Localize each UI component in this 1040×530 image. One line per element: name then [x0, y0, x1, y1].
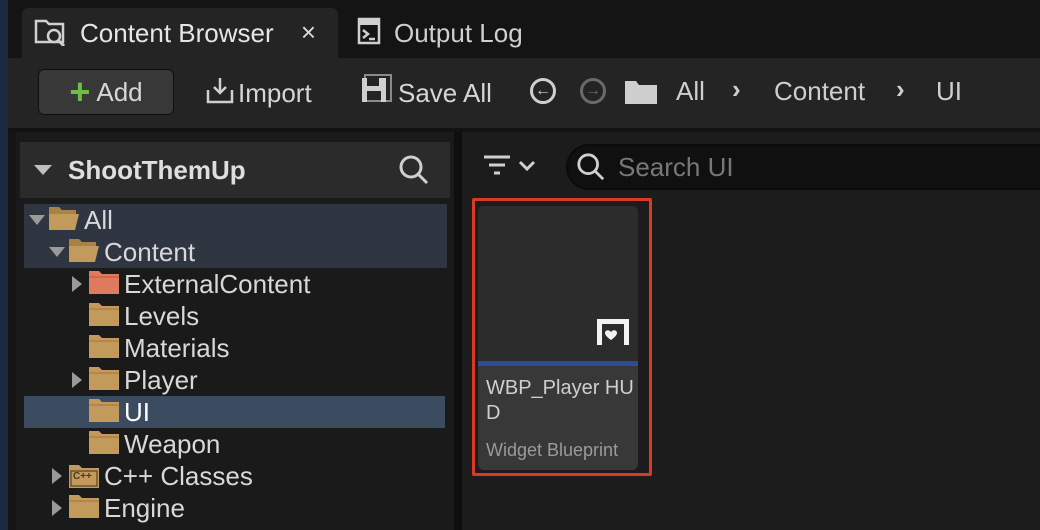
panel-splitter[interactable] — [454, 132, 462, 530]
cpp-icon-text: C++ — [73, 471, 92, 482]
content-browser-icon — [34, 16, 68, 51]
tree-item-label: Weapon — [124, 428, 221, 459]
save-all-icon — [358, 74, 392, 113]
tab-label: Output Log — [394, 17, 523, 48]
asset-thumbnail — [478, 206, 638, 361]
breadcrumb-chevron-icon[interactable]: › — [732, 74, 741, 105]
asset-search-box[interactable] — [566, 144, 1040, 190]
filter-button[interactable] — [482, 152, 536, 185]
asset-view-panel: WBP_Player HUD Widget Blueprint — [462, 132, 1040, 530]
tab-content-browser[interactable]: Content Browser × — [22, 8, 338, 58]
tree-item-label: Engine — [104, 492, 185, 523]
sources-panel: ShootThemUp All Content ExternalContent … — [16, 132, 454, 530]
search-icon[interactable] — [398, 154, 430, 191]
external-folder-icon — [88, 269, 120, 300]
collapsed-arrow-icon[interactable] — [66, 364, 88, 396]
folder-icon — [88, 397, 120, 428]
asset-type-color-bar — [478, 361, 638, 366]
tree-item-engine[interactable]: Engine — [24, 492, 447, 524]
tree-item-all[interactable]: All — [24, 204, 447, 236]
tree-item-label: UI — [124, 396, 150, 427]
import-icon — [204, 74, 238, 113]
add-label: Add — [96, 76, 143, 107]
search-input[interactable] — [616, 150, 1020, 184]
search-icon — [576, 152, 606, 182]
tree-item-externalcontent[interactable]: ExternalContent — [24, 268, 447, 300]
filter-icon — [482, 152, 512, 185]
import-label: Import — [238, 78, 312, 108]
output-log-icon — [356, 16, 382, 51]
folder-icon — [88, 333, 120, 364]
save-all-label: Save All — [398, 78, 492, 108]
folder-icon — [68, 493, 100, 524]
collapsed-arrow-icon[interactable] — [46, 492, 68, 524]
folder-icon — [88, 365, 120, 396]
breadcrumb-all[interactable]: All — [676, 76, 705, 107]
collapsed-arrow-icon[interactable] — [46, 460, 68, 492]
tree-item-content[interactable]: Content — [24, 236, 447, 268]
tree-item-label: Player — [124, 364, 198, 395]
add-button[interactable]: + Add — [38, 69, 174, 115]
asset-name: WBP_Player HUD — [486, 377, 634, 424]
expand-arrow-icon[interactable] — [26, 204, 48, 236]
back-arrow-icon[interactable]: ← — [530, 78, 556, 104]
tab-label: Content Browser — [80, 17, 274, 48]
project-title: ShootThemUp — [68, 154, 246, 185]
chevron-down-icon — [518, 159, 536, 178]
cpp-folder-icon: C++ — [68, 463, 100, 489]
tree-item-materials[interactable]: Materials — [24, 332, 447, 364]
tree-item-label: Content — [104, 236, 196, 267]
tab-bar: Content Browser × Output Log — [8, 0, 1040, 58]
breadcrumb-ui[interactable]: UI — [936, 76, 962, 107]
collapsed-arrow-icon[interactable] — [66, 268, 88, 300]
breadcrumb-content[interactable]: Content — [774, 76, 865, 107]
tree-item-ui[interactable]: UI — [24, 396, 445, 428]
tab-output-log[interactable]: Output Log — [346, 8, 546, 58]
forward-arrow-icon[interactable]: → — [580, 78, 606, 104]
tree-item-label: Materials — [124, 332, 230, 363]
save-all-button[interactable]: Save All — [358, 74, 492, 113]
tree-item-label: Levels — [124, 300, 200, 331]
tree-item-label: ExternalContent — [124, 268, 311, 299]
tree-item-label: All — [84, 204, 113, 235]
folder-icon — [624, 78, 658, 111]
tree-item-label: C++ Classes — [104, 460, 253, 491]
sources-header[interactable]: ShootThemUp — [20, 142, 450, 198]
plus-icon: + — [69, 71, 91, 112]
collapse-arrow-icon[interactable] — [34, 165, 52, 175]
open-folder-icon — [48, 205, 80, 236]
expand-arrow-icon[interactable] — [46, 236, 68, 268]
open-folder-icon — [68, 237, 100, 268]
asset-tile[interactable]: WBP_Player HUD Widget Blueprint — [478, 206, 638, 470]
close-icon[interactable]: × — [301, 17, 316, 48]
folder-icon — [88, 429, 120, 460]
import-button[interactable]: Import — [204, 74, 312, 113]
window-edge — [0, 0, 8, 530]
content-browser-toolbar: + Add Import Save All ← → All › Content … — [8, 58, 1040, 128]
asset-type-label: Widget Blueprint — [486, 440, 619, 460]
tree-item-weapon[interactable]: Weapon — [24, 428, 447, 460]
tree-item-levels[interactable]: Levels — [24, 300, 447, 332]
tree-item-player[interactable]: Player — [24, 364, 447, 396]
folder-icon — [88, 301, 120, 332]
widget-blueprint-icon — [596, 318, 630, 351]
breadcrumb-chevron-icon[interactable]: › — [896, 74, 905, 105]
tree-item-cpp-classes[interactable]: C++ C++ Classes — [24, 460, 447, 492]
